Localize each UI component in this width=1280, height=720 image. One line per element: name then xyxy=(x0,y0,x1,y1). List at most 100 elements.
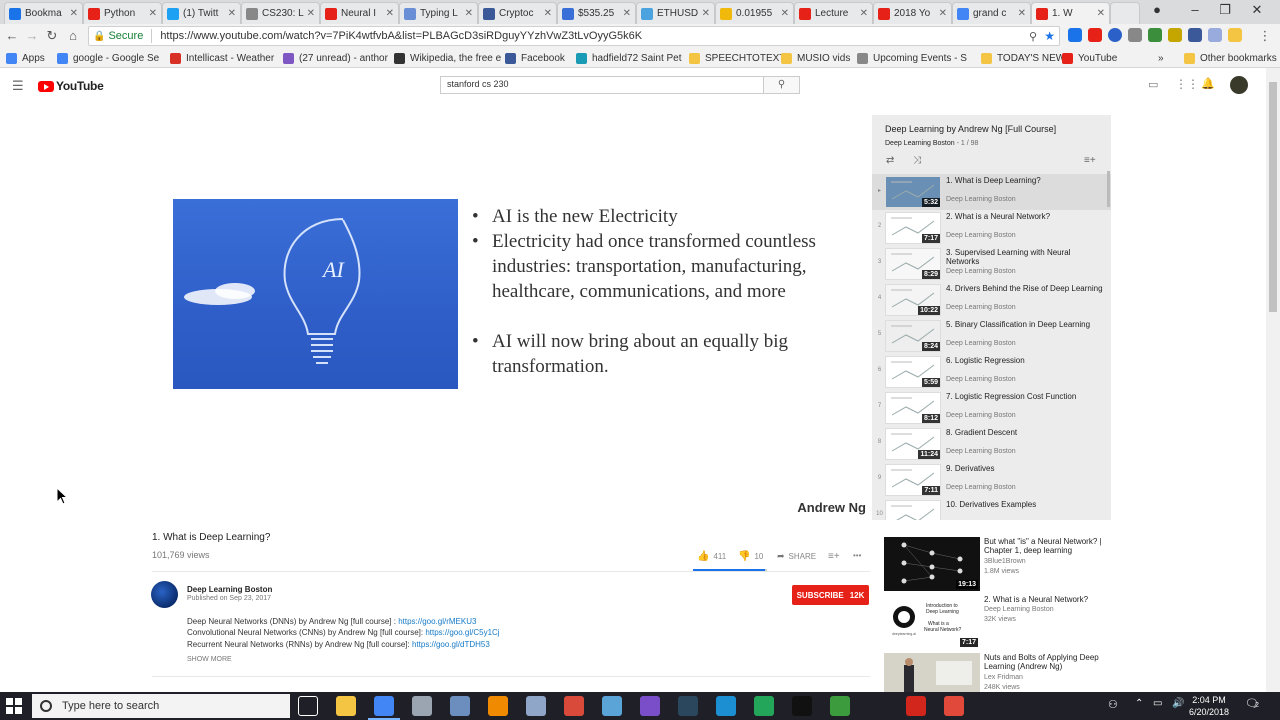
new-tab-button[interactable] xyxy=(1110,2,1140,24)
browser-tab[interactable]: Typing L ✕ xyxy=(399,2,478,24)
recommended-video[interactable]: Introduction to Deep Learning What is a Neu… xyxy=(884,595,1109,650)
back-button[interactable]: ← xyxy=(3,27,21,45)
bookmark-item[interactable]: Wikipedia, the free e xyxy=(394,51,501,65)
windows-start-icon[interactable] xyxy=(6,698,22,714)
pycharm-icon[interactable] xyxy=(792,696,812,716)
close-tab-icon[interactable]: ✕ xyxy=(1097,8,1105,19)
recommended-thumbnail[interactable]: 19:13 xyxy=(884,537,980,591)
app-icon[interactable] xyxy=(754,696,774,716)
other-bookmarks[interactable]: Other bookmarks xyxy=(1184,51,1277,65)
playlist-item-thumbnail[interactable] xyxy=(885,500,941,520)
playlist-item-thumbnail[interactable]: 10:22 xyxy=(885,284,941,316)
playlist-item[interactable]: 9 7:11 9. Derivatives Deep Learning Boston xyxy=(872,462,1111,498)
close-tab-icon[interactable]: ✕ xyxy=(860,8,868,19)
system-clock[interactable]: 2:04 PM 6/20/2018 xyxy=(1189,694,1229,718)
profile-icon[interactable]: ● xyxy=(1142,2,1172,17)
acrobat-icon[interactable] xyxy=(906,696,926,716)
playlist-item-title[interactable]: 4. Drivers Behind the Rise of Deep Learn… xyxy=(946,284,1104,293)
description-link[interactable]: https://goo.gl/rMEKU3 xyxy=(398,617,476,626)
extension-icon[interactable] xyxy=(1108,28,1122,42)
app-icon[interactable] xyxy=(450,696,470,716)
close-window-button[interactable]: ✕ xyxy=(1242,2,1272,18)
playlist-item-thumbnail[interactable]: 5:32 xyxy=(885,176,941,208)
more-actions-button[interactable]: ••• xyxy=(853,551,861,560)
page-scrollbar[interactable] xyxy=(1266,68,1280,692)
reload-button[interactable]: ↻ xyxy=(43,27,61,45)
playlist-item-thumbnail[interactable]: 8:29 xyxy=(885,248,941,280)
home-button[interactable]: ⌂ xyxy=(64,27,82,45)
youtube-logo[interactable]: YouTube xyxy=(38,79,104,93)
playlist-channel[interactable]: Deep Learning Boston xyxy=(885,140,955,147)
network-icon[interactable]: ▭ xyxy=(1153,698,1162,709)
extension-icon[interactable] xyxy=(1088,28,1102,42)
browser-tab[interactable]: Bookma ✕ xyxy=(4,2,83,24)
share-button[interactable]: ➦ SHARE xyxy=(777,551,816,562)
notification-center-icon[interactable]: 🗨2 xyxy=(1245,697,1259,710)
extension-icon[interactable] xyxy=(1228,28,1242,42)
chrome-icon[interactable] xyxy=(368,696,400,720)
recommended-thumbnail[interactable]: Introduction to Deep Learning What is a Neu… xyxy=(884,595,980,649)
playlist-item[interactable]: 4 10:22 4. Drivers Behind the Rise of Deep… xyxy=(872,282,1111,318)
bookmark-item[interactable]: MUSIO vids xyxy=(781,51,850,65)
bookmark-item[interactable]: SPEECHTOTEXT xyxy=(689,51,785,65)
browser-tab[interactable]: (1) Twitt ✕ xyxy=(162,2,241,24)
like-button[interactable]: 👍 411 xyxy=(697,551,726,562)
playlist-item-thumbnail[interactable]: 7:11 xyxy=(885,464,941,496)
dislike-button[interactable]: 👎 10 xyxy=(738,551,763,562)
extension-icon[interactable] xyxy=(1208,28,1222,42)
menu-kebab-icon[interactable]: ⋮ xyxy=(1256,27,1274,45)
hamburger-menu-icon[interactable]: ☰ xyxy=(12,78,24,94)
close-tab-icon[interactable]: ✕ xyxy=(939,8,947,19)
bookmark-item[interactable]: Apps xyxy=(6,51,45,65)
close-tab-icon[interactable]: ✕ xyxy=(623,8,631,19)
video-player[interactable]: AI • AI is the new Electricity • Electrici… xyxy=(152,114,870,518)
browser-tab[interactable]: ETHUSD ✕ xyxy=(636,2,715,24)
bookmark-item[interactable]: TODAY'S NEWS xyxy=(981,51,1072,65)
save-playlist-icon[interactable]: ≡+ xyxy=(1084,155,1096,166)
browser-tab[interactable]: Python ✕ xyxy=(83,2,162,24)
browser-tab[interactable]: Cryptoc ✕ xyxy=(478,2,557,24)
app-icon[interactable] xyxy=(868,696,888,716)
extension-icon[interactable] xyxy=(1168,28,1182,42)
playlist-item-title[interactable]: 6. Logistic Regression xyxy=(946,356,1104,365)
search-input[interactable]: stanford cs 230 xyxy=(440,76,764,94)
playlist-scrollbar[interactable] xyxy=(1107,171,1110,207)
people-icon[interactable]: ⚇ xyxy=(1108,698,1118,711)
loop-icon[interactable]: ⇄ xyxy=(886,155,894,166)
app-icon[interactable] xyxy=(412,696,432,716)
minimize-button[interactable]: – xyxy=(1180,2,1210,17)
playlist-item-title[interactable]: 5. Binary Classification in Deep Learnin… xyxy=(946,320,1104,329)
playlist-item[interactable]: 5 8:24 5. Binary Classification in Deep Le… xyxy=(872,318,1111,354)
url-text[interactable]: https://www.youtube.com/watch?v=7PiK4wtf… xyxy=(160,30,642,42)
app-icon[interactable] xyxy=(944,696,964,716)
app-icon[interactable] xyxy=(640,696,660,716)
playlist-title[interactable]: Deep Learning by Andrew Ng [Full Course] xyxy=(885,124,1056,134)
close-tab-icon[interactable]: ✕ xyxy=(781,8,789,19)
channel-avatar[interactable] xyxy=(151,581,178,608)
close-tab-icon[interactable]: ✕ xyxy=(149,8,157,19)
playlist-item[interactable]: 1010. Derivatives ExamplesDeep Learning … xyxy=(872,498,1111,520)
bookmark-item[interactable]: Upcoming Events - S xyxy=(857,51,967,65)
app-icon[interactable] xyxy=(602,696,622,716)
extension-icon[interactable] xyxy=(1188,28,1202,42)
bookmark-item[interactable]: Intellicast - Weather xyxy=(170,51,274,65)
taskbar-search-input[interactable]: Type here to search 🎙 xyxy=(32,694,318,718)
browser-tab[interactable]: grand c ✕ xyxy=(952,2,1031,24)
browser-tab[interactable]: Lecture ✕ xyxy=(794,2,873,24)
playlist-item[interactable]: ▸ 5:32 1. What is Deep Learning? Deep Learn… xyxy=(872,174,1111,210)
playlist-item-thumbnail[interactable]: 5:59 xyxy=(885,356,941,388)
app-icon[interactable] xyxy=(526,696,546,716)
playlist-item[interactable]: 7 8:12 7. Logistic Regression Cost Functio… xyxy=(872,390,1111,426)
close-tab-icon[interactable]: ✕ xyxy=(702,8,710,19)
playlist-item-title[interactable]: 9. Derivatives xyxy=(946,464,1104,473)
bookmark-item[interactable]: hadfield72 Saint Pet xyxy=(576,51,682,65)
playlist-item-thumbnail[interactable]: 8:12 xyxy=(885,392,941,424)
extension-icon[interactable] xyxy=(1128,28,1142,42)
tray-chevron-icon[interactable]: ⌃ xyxy=(1135,698,1143,709)
playlist-item[interactable]: 3 8:29 3. Supervised Learning with Neural … xyxy=(872,246,1111,282)
bookmark-item[interactable]: Facebook xyxy=(505,51,565,65)
app-icon[interactable] xyxy=(564,696,584,716)
search-button[interactable]: ⚲ xyxy=(764,76,800,94)
steam-icon[interactable] xyxy=(678,696,698,716)
bookmark-item[interactable]: (27 unread) - anthor xyxy=(283,51,388,65)
